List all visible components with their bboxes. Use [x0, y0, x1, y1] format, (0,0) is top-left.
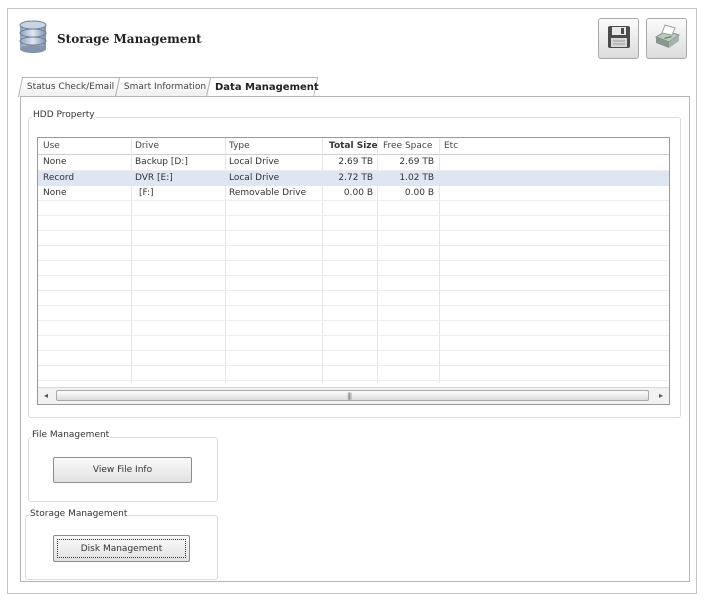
- table-row[interactable]: None Backup [D:] Local Drive 2.69 TB 2.6…: [38, 155, 669, 170]
- scroll-left-icon[interactable]: ◂: [38, 388, 54, 404]
- table-header: Use Drive Type Total Size Free Space Etc: [38, 138, 669, 155]
- scroll-right-icon[interactable]: ▸: [653, 388, 669, 404]
- grid-line: [38, 260, 669, 261]
- storage-management-label: Storage Management: [29, 509, 129, 519]
- print-button[interactable]: [646, 18, 687, 59]
- column-header-total-size[interactable]: Total Size: [329, 138, 378, 154]
- tab-status-check-email[interactable]: Status Check/Email: [17, 77, 121, 97]
- table-row[interactable]: None [F:] Removable Drive 0.00 B 0.00 B: [38, 186, 669, 201]
- column-header-drive[interactable]: Drive: [135, 138, 159, 154]
- tab-data-management[interactable]: Data Management: [205, 77, 319, 98]
- file-management-label: File Management: [31, 430, 111, 440]
- grid-line: [38, 215, 669, 216]
- floppy-disk-icon: [606, 24, 632, 53]
- table-row[interactable]: Record DVR [E:] Local Drive 2.72 TB 1.02…: [38, 171, 669, 186]
- printer-icon: [652, 23, 682, 54]
- tab-smart-information[interactable]: Smart Information: [114, 77, 212, 97]
- view-file-info-button[interactable]: View File Info: [53, 457, 192, 483]
- save-button[interactable]: [598, 18, 639, 59]
- grid-line: [38, 365, 669, 366]
- disk-management-button[interactable]: Disk Management: [53, 535, 190, 562]
- grid-line: [38, 275, 669, 276]
- grid-line: [38, 350, 669, 351]
- grid-line: [38, 380, 669, 381]
- column-header-free-space[interactable]: Free Space: [383, 138, 432, 154]
- page-title: Storage Management: [57, 32, 202, 46]
- grid-line: [38, 305, 669, 306]
- column-header-etc[interactable]: Etc: [444, 138, 458, 154]
- grip-icon: |||: [347, 392, 352, 400]
- grid-line: [38, 230, 669, 231]
- horizontal-scrollbar[interactable]: ◂ ||| ▸: [38, 387, 669, 404]
- hdd-property-table[interactable]: Use Drive Type Total Size Free Space Etc…: [37, 137, 670, 405]
- column-header-type[interactable]: Type: [229, 138, 250, 154]
- database-icon: [17, 20, 49, 54]
- grid-line: [38, 245, 669, 246]
- grid-line: [38, 320, 669, 321]
- grid-line: [38, 335, 669, 336]
- grid-line: [38, 290, 669, 291]
- disk-management-label: Disk Management: [57, 539, 186, 558]
- scroll-thumb[interactable]: |||: [56, 390, 649, 401]
- column-header-use[interactable]: Use: [43, 138, 60, 154]
- hdd-property-label: HDD Property: [32, 110, 96, 120]
